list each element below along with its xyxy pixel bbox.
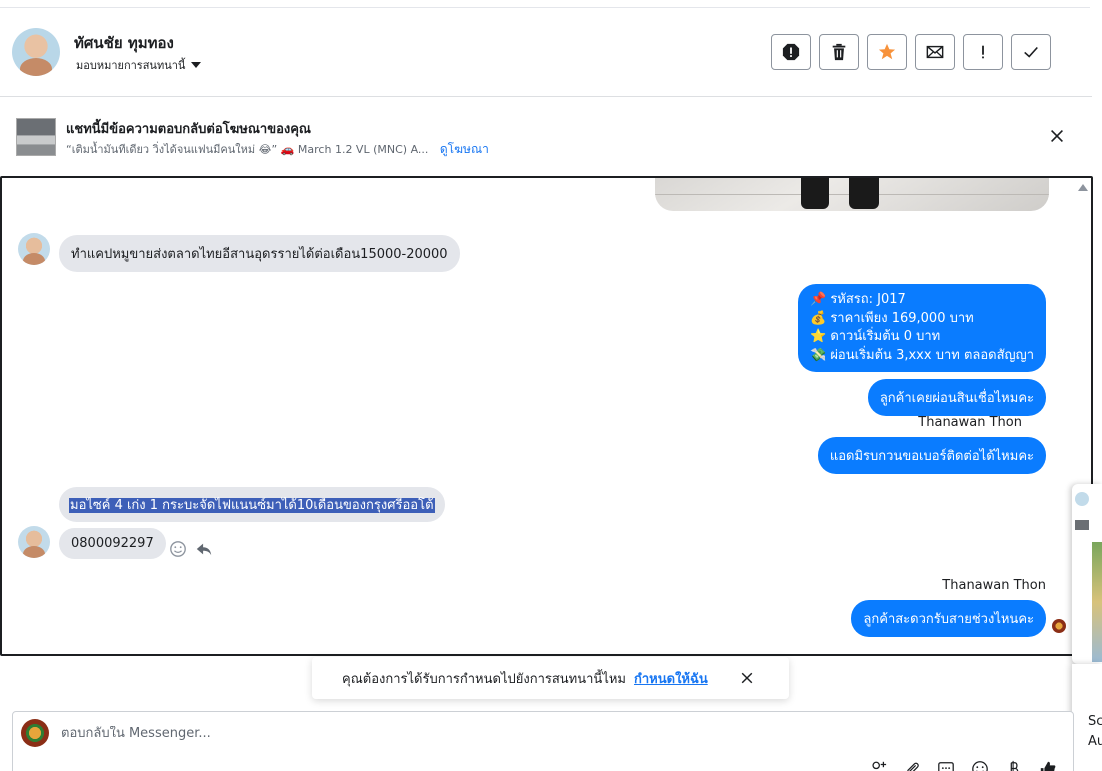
ad-banner-title: แชทนี้มีข้อความตอบกลับต่อโฆษณาของคุณ	[66, 122, 311, 137]
mini-image	[1092, 542, 1102, 662]
ad-snippet-text: “เติมน้ำมันทีเดียว วิ่งได้จนแฟนมีคนใหม่ …	[66, 143, 429, 156]
messenger-inbox-page: ทัศนชัย ทุมทอง มอบหมายการสนทนานี้ แชทนี้…	[0, 0, 1102, 771]
message-thread[interactable]: ทำแคปหมูขายส่งตลาดไทยอีสานอุดรรายได้ต่อเ…	[0, 176, 1093, 656]
incoming-message[interactable]: มอไซค์ 4 เก่ง 1 กระบะจัดไฟแนนซ์มาได้10เด…	[59, 487, 445, 522]
attachment-icon[interactable]	[903, 760, 921, 771]
mini-avatar	[1075, 492, 1089, 506]
sender-name: Thanawan Thon	[942, 578, 1046, 593]
exclamation-icon	[982, 45, 984, 59]
star-icon	[878, 43, 896, 60]
toast-text: คุณต้องการได้รับการกำหนดไปยังการสนทนานี้…	[342, 671, 626, 687]
delete-button[interactable]	[819, 34, 859, 70]
contact-name[interactable]: ทัศนชัย ทุมทอง	[74, 31, 174, 55]
mail-icon	[926, 45, 944, 59]
money-wings-icon: 💸	[810, 347, 827, 363]
side-text-2: Au	[1088, 734, 1102, 749]
pin-icon: 📌	[810, 292, 827, 307]
info-line: 💸 ผ่อนเริ่มต้น 3,xxx บาท ตลอดสัญญา	[810, 347, 1034, 366]
incoming-message[interactable]: ทำแคปหมูขายส่งตลาดไทยอีสานอุดรรายได้ต่อเ…	[59, 235, 460, 272]
star-emoji-icon: ⭐	[810, 329, 827, 344]
follow-up-button[interactable]	[963, 34, 1003, 70]
message-hover-tools	[169, 540, 213, 558]
scroll-up-arrow[interactable]	[1078, 184, 1088, 191]
mini-thumbnail	[1075, 520, 1089, 530]
trash-icon	[832, 43, 846, 61]
side-preview-card[interactable]	[1072, 484, 1102, 664]
emoji-icon[interactable]	[971, 760, 989, 771]
incoming-message-phone[interactable]: 0800092297	[59, 528, 166, 559]
ad-thumbnail	[16, 118, 56, 156]
spam-icon	[782, 43, 800, 61]
view-ad-link[interactable]: ดูโฆษณา	[440, 142, 489, 156]
money-bag-icon: 💰	[810, 310, 827, 326]
header-actions	[771, 34, 1051, 70]
page-avatar	[21, 719, 49, 747]
outgoing-message[interactable]: แอดมิรบกวนขอเบอร์ติดต่อได้ไหมคะ	[817, 437, 1046, 474]
mark-spam-button[interactable]	[771, 34, 811, 70]
conversation-header: ทัศนชัย ทุมทอง มอบหมายการสนทนานี้	[0, 8, 1092, 97]
side-preview-card-lower[interactable]: Sc Au	[1072, 664, 1102, 771]
mark-done-button[interactable]	[1011, 34, 1051, 70]
info-line: 📌 รหัสรถ: J017	[810, 291, 1034, 310]
contact-avatar-small[interactable]	[18, 233, 50, 265]
star-button[interactable]	[867, 34, 907, 70]
ad-reply-banner: แชทนี้มีข้อความตอบกลับต่อโฆษณาของคุณ “เต…	[0, 97, 1092, 175]
outgoing-message-car-info[interactable]: 📌 รหัสรถ: J017 💰 ราคาเพียง 169,000 บาท ⭐ ดา…	[798, 284, 1046, 372]
assign-to-me-link[interactable]: กำหนดให้ฉัน	[634, 668, 708, 689]
contact-avatar[interactable]	[12, 28, 60, 76]
info-line: 💰 ราคาเพียง 169,000 บาท	[810, 310, 1034, 329]
selected-text: มอไซค์ 4 เก่ง 1 กระบะจัดไฟแนนซ์มาได้10เด…	[69, 498, 435, 513]
react-emoji-icon[interactable]	[169, 540, 187, 558]
currency-icon[interactable]	[1005, 760, 1023, 771]
reply-composer	[12, 711, 1074, 771]
read-receipt-avatar	[1052, 619, 1066, 633]
mark-unread-button[interactable]	[915, 34, 955, 70]
sender-name: Thanawan Thon	[918, 415, 1022, 430]
check-icon	[1024, 46, 1038, 58]
outgoing-message[interactable]: ลูกค้าสะดวกรับสายช่วงไหนคะ	[851, 600, 1046, 637]
close-icon[interactable]	[739, 670, 755, 686]
side-text-1: Sc	[1088, 714, 1102, 729]
assign-prompt-toast: คุณต้องการได้รับการกำหนดไปยังการสนทนานี้…	[312, 657, 789, 699]
reply-icon[interactable]	[195, 540, 213, 558]
assign-label: มอบหมายการสนทนานี้	[76, 59, 186, 72]
info-line: ⭐ ดาวน์เริ่มต้น 0 บาท	[810, 328, 1034, 347]
saved-reply-icon[interactable]	[937, 760, 955, 771]
chevron-down-icon	[191, 62, 202, 68]
like-icon[interactable]	[1039, 760, 1057, 771]
outgoing-message[interactable]: ลูกค้าเคยผ่อนสินเชื่อไหมคะ	[867, 379, 1046, 416]
composer-toolbar	[869, 760, 1057, 771]
add-person-icon[interactable]	[869, 760, 887, 771]
ad-snippet: “เติมน้ำมันทีเดียว วิ่งได้จนแฟนมีคนใหม่ …	[66, 140, 489, 159]
contact-avatar-small[interactable]	[18, 526, 50, 558]
assign-conversation-dropdown[interactable]: มอบหมายการสนทนานี้	[76, 56, 202, 74]
shared-photo[interactable]	[655, 178, 1049, 211]
reply-input[interactable]	[61, 726, 861, 741]
close-icon[interactable]	[1048, 127, 1066, 145]
